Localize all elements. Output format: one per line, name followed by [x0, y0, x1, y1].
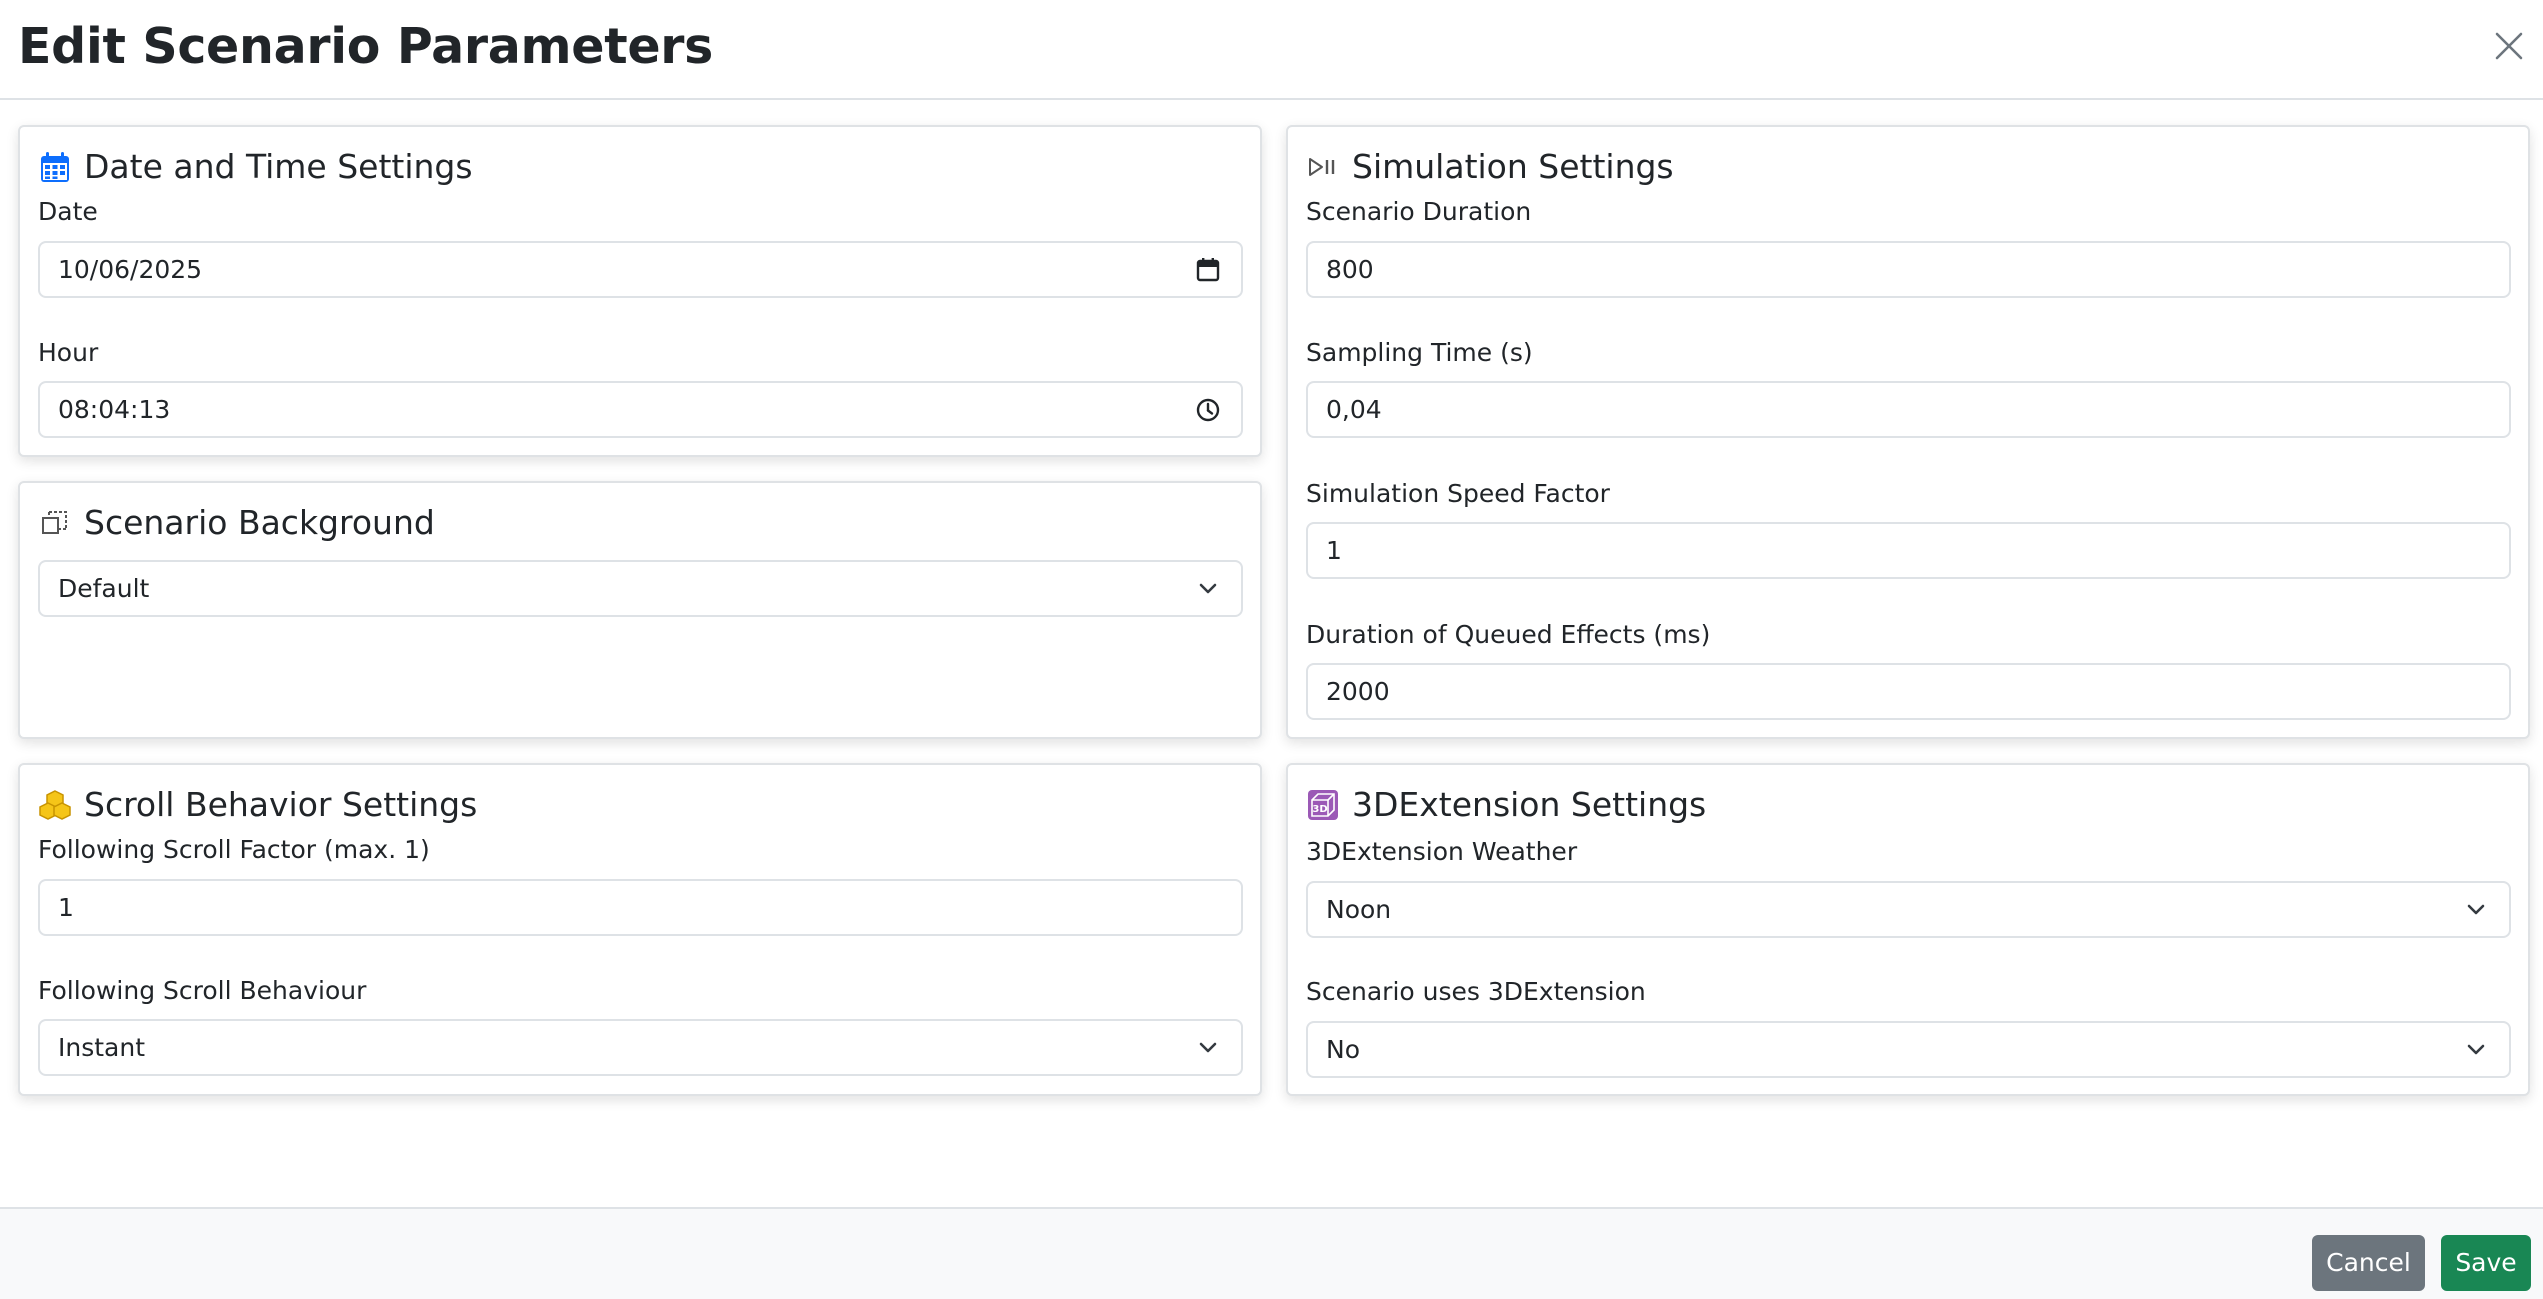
- scroll-factor-value: 1: [58, 893, 74, 922]
- hour-value: 08:04:13: [58, 395, 171, 424]
- modal-header: Edit Scenario Parameters: [0, 0, 2543, 100]
- speed-factor-label: Simulation Speed Factor: [1306, 479, 1610, 508]
- clock-icon[interactable]: [1195, 397, 1221, 423]
- hour-label: Hour: [38, 338, 99, 367]
- simulation-settings-title: Simulation Settings: [1352, 147, 1674, 186]
- scenario-duration-input[interactable]: 800: [1306, 241, 2511, 298]
- scroll-behaviour-label: Following Scroll Behaviour: [38, 976, 367, 1005]
- scroll-behaviour-selected: Instant: [58, 1033, 146, 1062]
- extension-settings-card-header: 3D 3DExtension Settings: [1306, 781, 1706, 829]
- extension-weather-label: 3DExtension Weather: [1306, 837, 1578, 866]
- cancel-button[interactable]: Cancel: [2312, 1235, 2425, 1291]
- calendar-icon: [38, 150, 72, 184]
- queued-effects-value: 2000: [1326, 677, 1390, 706]
- extension-uses-selected: No: [1326, 1035, 1360, 1064]
- scenario-duration-value: 800: [1326, 255, 1374, 284]
- chevron-down-icon: [1195, 576, 1221, 602]
- sampling-time-value: 0,04: [1326, 395, 1382, 424]
- date-time-title: Date and Time Settings: [84, 147, 473, 186]
- date-input[interactable]: 10/06/2025: [38, 241, 1243, 298]
- extension-settings-title: 3DExtension Settings: [1352, 785, 1707, 824]
- hour-input[interactable]: 08:04:13: [38, 381, 1243, 438]
- save-button[interactable]: Save: [2441, 1235, 2531, 1291]
- 3d-extension-icon: 3D: [1306, 788, 1340, 822]
- queued-effects-input[interactable]: 2000: [1306, 663, 2511, 720]
- speed-factor-value: 1: [1326, 536, 1342, 565]
- date-value: 10/06/2025: [58, 255, 203, 284]
- queued-effects-label: Duration of Queued Effects (ms): [1306, 620, 1711, 649]
- background-selected: Default: [58, 574, 150, 603]
- scroll-behavior-title: Scroll Behavior Settings: [84, 785, 478, 824]
- simulation-settings-card: Simulation Settings Scenario Duration 80…: [1286, 125, 2530, 739]
- close-icon[interactable]: [2489, 26, 2529, 66]
- speed-factor-input[interactable]: 1: [1306, 522, 2511, 579]
- extension-uses-label: Scenario uses 3DExtension: [1306, 977, 1646, 1006]
- sampling-time-input[interactable]: 0,04: [1306, 381, 2511, 438]
- extension-settings-card: 3D 3DExtension Settings 3DExtension Weat…: [1286, 763, 2530, 1096]
- background-layers-icon: [38, 506, 72, 540]
- extension-weather-selected: Noon: [1326, 895, 1392, 924]
- chevron-down-icon: [2463, 1037, 2489, 1063]
- extension-uses-select[interactable]: No: [1306, 1021, 2511, 1078]
- date-time-card-header: Date and Time Settings: [38, 143, 473, 191]
- extension-weather-select[interactable]: Noon: [1306, 881, 2511, 938]
- svg-text:3D: 3D: [1312, 804, 1327, 815]
- sampling-time-label: Sampling Time (s): [1306, 338, 1533, 367]
- background-select[interactable]: Default: [38, 560, 1243, 617]
- modal-title: Edit Scenario Parameters: [18, 18, 713, 75]
- scroll-behavior-card: Scroll Behavior Settings Following Scrol…: [18, 763, 1262, 1096]
- chevron-down-icon: [1195, 1035, 1221, 1061]
- scroll-factor-label: Following Scroll Factor (max. 1): [38, 835, 430, 864]
- date-label: Date: [38, 197, 98, 226]
- scroll-factor-input[interactable]: 1: [38, 879, 1243, 936]
- calendar-picker-icon[interactable]: [1195, 257, 1221, 283]
- cubes-icon: [38, 788, 72, 822]
- scenario-background-title: Scenario Background: [84, 503, 435, 542]
- simulation-settings-card-header: Simulation Settings: [1306, 143, 1674, 191]
- modal-footer: Cancel Save: [0, 1207, 2543, 1299]
- scenario-background-card: Scenario Background Default: [18, 481, 1262, 739]
- scenario-duration-label: Scenario Duration: [1306, 197, 1532, 226]
- scroll-behavior-card-header: Scroll Behavior Settings: [38, 781, 477, 829]
- scroll-behaviour-select[interactable]: Instant: [38, 1019, 1243, 1076]
- chevron-down-icon: [2463, 897, 2489, 923]
- date-time-card: Date and Time Settings Date 10/06/2025 H…: [18, 125, 1262, 457]
- play-pause-icon: [1306, 150, 1340, 184]
- scenario-background-card-header: Scenario Background: [38, 499, 435, 547]
